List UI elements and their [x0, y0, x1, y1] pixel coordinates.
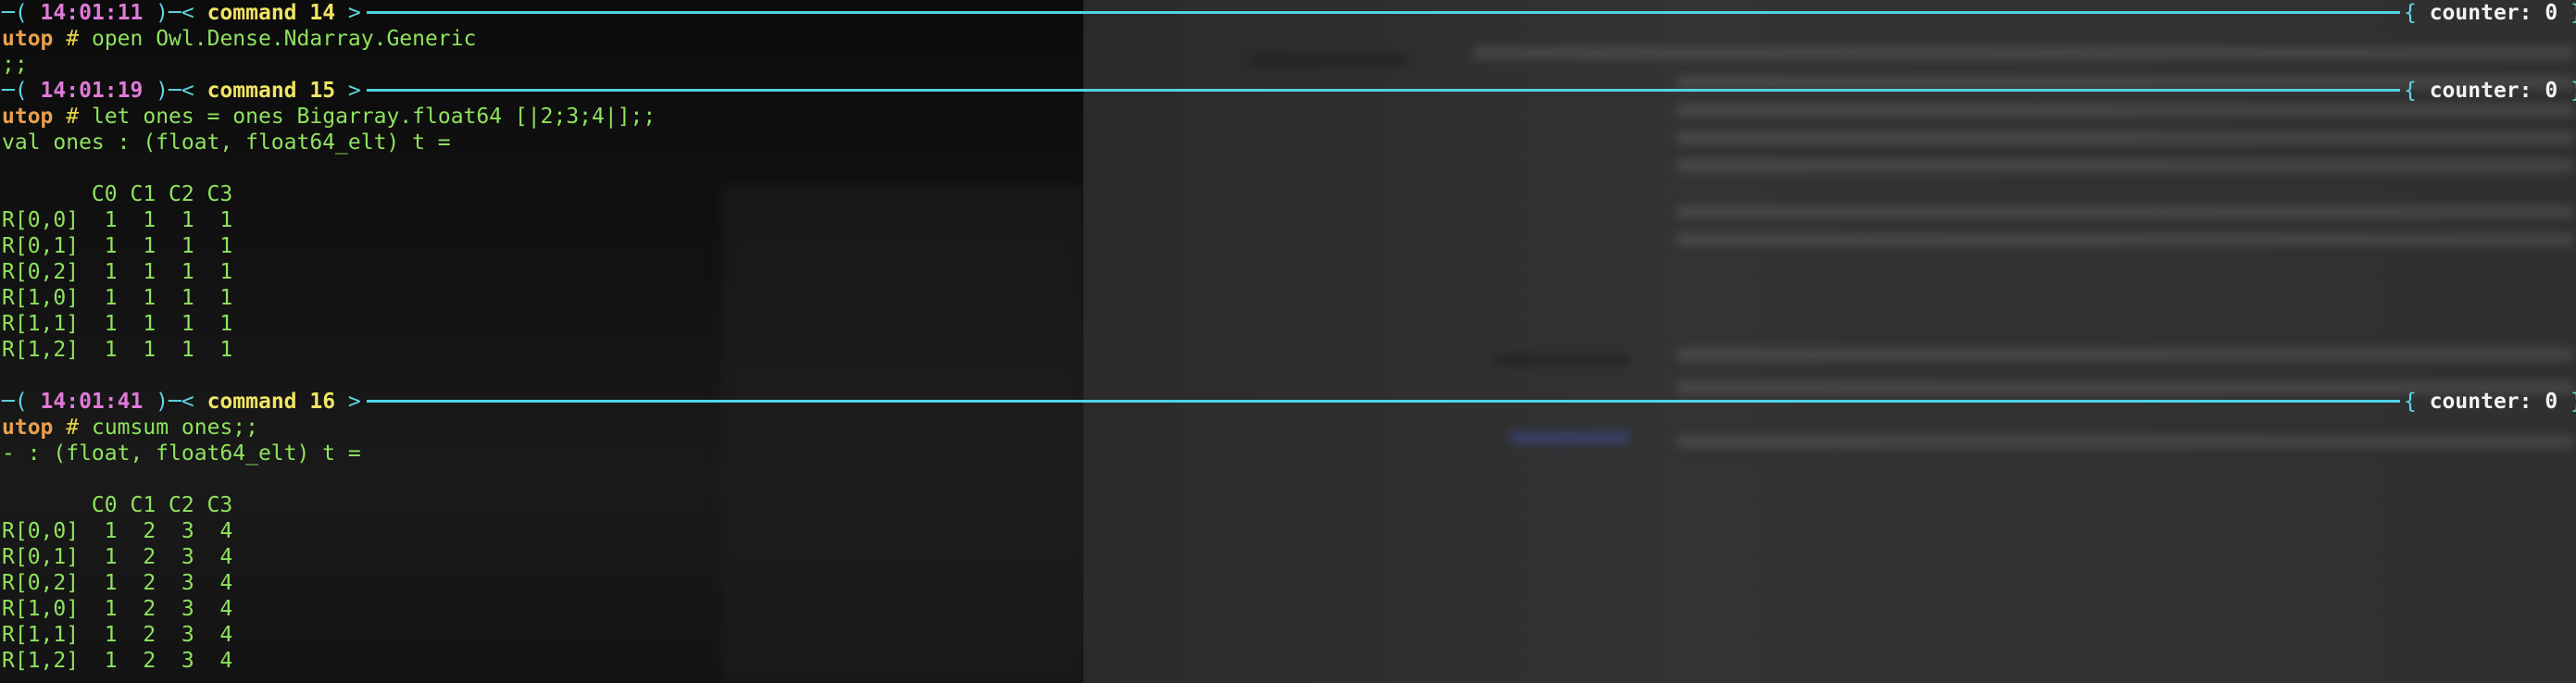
command-input[interactable]: cumsum ones;;: [92, 416, 258, 440]
output-line: R[1,2] 1 2 3 4: [2, 649, 233, 673]
output-line: R[0,2] 1 2 3 4: [2, 571, 233, 595]
bar-mid: )─<: [143, 1, 207, 25]
counter-brace: {: [2404, 79, 2430, 103]
output-line: val ones : (float, float64_elt) t =: [2, 130, 451, 155]
counter-brace: {: [2404, 390, 2430, 414]
timestamp: 14:01:19: [40, 79, 144, 103]
prompt-rule: [366, 11, 2400, 14]
output-line: ;;: [2, 53, 28, 77]
input-line[interactable]: utop # let ones = ones Bigarray.float64 …: [2, 104, 656, 130]
command-input[interactable]: open Owl.Dense.Ndarray.Generic: [92, 27, 476, 51]
counter: { counter: 0 }: [2404, 78, 2576, 104]
output-line: C0 C1 C2 C3: [2, 493, 233, 517]
counter-brace: {: [2404, 1, 2430, 25]
prompt-name: utop: [2, 27, 54, 51]
bar-mid: )─<: [143, 79, 207, 103]
output-line: C0 C1 C2 C3: [2, 182, 233, 206]
utop-terminal[interactable]: ─( 14:01:11 )─< command 14 > { counter: 0…: [0, 0, 2576, 683]
prompt-name: utop: [2, 105, 54, 129]
prompt-rule: [366, 89, 2400, 92]
timestamp: 14:01:41: [40, 390, 144, 414]
counter: { counter: 0 }: [2404, 389, 2576, 415]
counter: { counter: 0 }: [2404, 0, 2576, 26]
prompt-bar: ─( 14:01:11 )─< command 14 > { counter: 0…: [2, 0, 2576, 26]
prompt-symbol: #: [66, 416, 80, 440]
bar-open: ─(: [2, 1, 41, 25]
timestamp: 14:01:11: [40, 1, 144, 25]
counter-value: counter: 0: [2429, 1, 2558, 25]
output-line: R[1,1] 1 2 3 4: [2, 623, 233, 647]
output-line: - : (float, float64_elt) t =: [2, 441, 361, 466]
prompt-symbol: #: [66, 27, 80, 51]
prompt-symbol: #: [66, 105, 80, 129]
prompt-bar: ─( 14:01:41 )─< command 16 > { counter: 0…: [2, 389, 2576, 415]
bar-arrow: >: [335, 79, 361, 103]
output-line: R[1,2] 1 1 1 1: [2, 338, 233, 362]
prompt-bar-left: ─( 14:01:19 )─< command 15 >: [2, 79, 361, 103]
command-label: command 16: [206, 390, 336, 414]
input-line[interactable]: utop # open Owl.Dense.Ndarray.Generic: [2, 26, 476, 52]
bar-arrow: >: [335, 1, 361, 25]
output-line: R[1,0] 1 2 3 4: [2, 597, 233, 621]
bar-arrow: >: [335, 390, 361, 414]
input-line[interactable]: utop # cumsum ones;;: [2, 415, 258, 441]
bar-open: ─(: [2, 79, 41, 103]
output-line: R[0,2] 1 1 1 1: [2, 260, 233, 284]
counter-value: counter: 0: [2429, 390, 2558, 414]
output-line: R[0,0] 1 2 3 4: [2, 519, 233, 543]
bar-mid: )─<: [143, 390, 207, 414]
output-line: R[0,1] 1 2 3 4: [2, 545, 233, 569]
counter-brace: }: [2557, 390, 2576, 414]
prompt-rule: [366, 400, 2400, 403]
counter-value: counter: 0: [2429, 79, 2558, 103]
output-line: R[0,1] 1 1 1 1: [2, 234, 233, 258]
counter-brace: }: [2557, 1, 2576, 25]
output-line: R[1,0] 1 1 1 1: [2, 286, 233, 310]
command-label: command 14: [206, 1, 336, 25]
output-line: R[0,0] 1 1 1 1: [2, 208, 233, 232]
prompt-name: utop: [2, 416, 54, 440]
prompt-bar-left: ─( 14:01:11 )─< command 14 >: [2, 1, 361, 25]
bar-open: ─(: [2, 390, 41, 414]
counter-brace: }: [2557, 79, 2576, 103]
output-line: R[1,1] 1 1 1 1: [2, 312, 233, 336]
prompt-bar-left: ─( 14:01:41 )─< command 16 >: [2, 390, 361, 414]
command-label: command 15: [206, 79, 336, 103]
prompt-bar: ─( 14:01:19 )─< command 15 > { counter: 0…: [2, 78, 2576, 104]
command-input[interactable]: let ones = ones Bigarray.float64 [|2;3;4…: [92, 105, 656, 129]
